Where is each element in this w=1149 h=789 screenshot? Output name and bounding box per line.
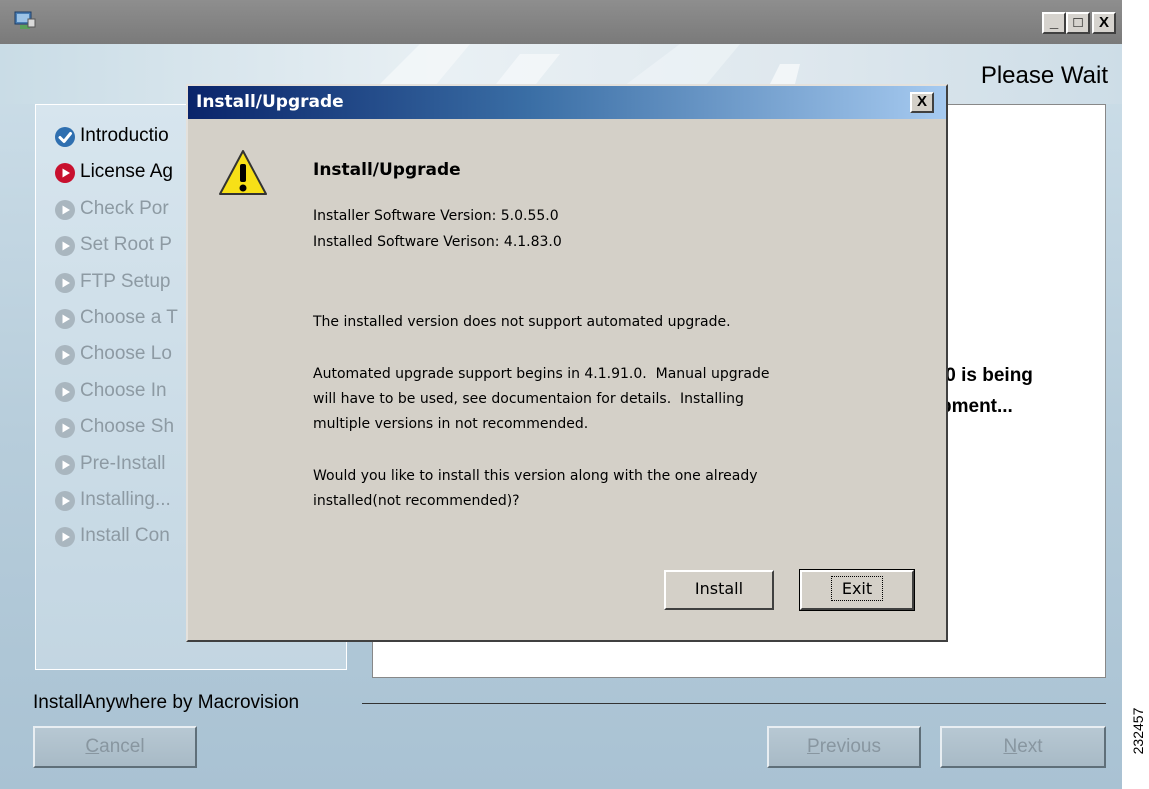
step-label: Choose Sh: [80, 416, 175, 438]
step-label: FTP Setup: [80, 270, 171, 292]
cancel-label: ancel: [99, 736, 145, 757]
figure-id: 232457: [1123, 690, 1149, 780]
cancel-mnemonic: C: [85, 736, 100, 757]
play-circle-icon: [55, 236, 75, 257]
step-label: Choose In: [80, 379, 167, 401]
play-circle-icon: [55, 345, 75, 366]
message-text: will have to be used, see documentaion f…: [313, 391, 744, 407]
window-close-button[interactable]: X: [1092, 12, 1116, 34]
play-circle-icon: [55, 272, 75, 293]
play-circle-icon: [55, 527, 75, 548]
installer-version-text: Installer Software Version: 5.0.55.0: [313, 208, 559, 224]
page-title: Please Wait: [980, 62, 1108, 89]
step-label: License Ag: [80, 161, 173, 183]
question-text: installed(not recommended)?: [313, 493, 520, 509]
play-circle-icon: [55, 418, 75, 439]
content-line: .0 is being: [940, 365, 1033, 386]
footer-divider: [362, 703, 1106, 704]
installer-app-icon: [14, 11, 36, 29]
next-label: ext: [1017, 736, 1043, 757]
previous-label: revious: [819, 736, 881, 757]
dialog-heading: Install/Upgrade: [313, 160, 461, 180]
step-label: Install Con: [80, 525, 170, 547]
message-text: The installed version does not support a…: [313, 314, 731, 330]
content-text: .0 is being pment...: [940, 360, 1033, 422]
step-label: Choose a T: [80, 307, 178, 328]
next-button[interactable]: Next: [940, 726, 1106, 768]
install-button[interactable]: Install: [664, 570, 774, 610]
step-label: Set Root P: [80, 234, 172, 256]
message-text: multiple versions in not recommended.: [313, 416, 589, 432]
check-circle-icon: [55, 127, 75, 147]
play-circle-icon: [55, 381, 75, 402]
question-text: Would you like to install this version a…: [313, 468, 758, 484]
maximize-button[interactable]: □: [1066, 12, 1090, 34]
dialog-title: Install/Upgrade: [196, 92, 344, 112]
step-label: Choose Lo: [80, 343, 172, 365]
figure-id-text: 232457: [1130, 707, 1146, 755]
next-mnemonic: N: [1003, 736, 1018, 757]
minimize-button[interactable]: _: [1042, 12, 1066, 34]
play-circle-icon: [55, 199, 75, 220]
cancel-button[interactable]: Cancel: [33, 726, 197, 768]
message-text: Automated upgrade support begins in 4.1.…: [313, 366, 770, 382]
previous-mnemonic: P: [807, 736, 820, 757]
previous-button[interactable]: Previous: [767, 726, 921, 768]
installed-version-text: Installed Software Verison: 4.1.83.0: [313, 234, 562, 250]
dialog-titlebar[interactable]: Install/Upgrade X: [188, 86, 946, 119]
play-circle-icon: [55, 163, 75, 184]
step-label: Introductio: [80, 125, 169, 146]
dialog-close-button[interactable]: X: [910, 92, 934, 113]
step-label: Installing...: [80, 489, 171, 510]
exit-label: Exit: [830, 576, 884, 601]
content-line: pment...: [940, 396, 1013, 417]
step-label: Check Por: [80, 197, 169, 219]
exit-button[interactable]: Exit: [799, 569, 915, 611]
vendor-label: InstallAnywhere by Macrovision: [33, 692, 300, 713]
step-label: Pre-Install: [80, 452, 166, 474]
play-circle-icon: [55, 454, 75, 475]
warning-icon: [219, 150, 267, 195]
play-circle-icon: [55, 309, 75, 329]
window-titlebar: _ □ X: [0, 0, 1122, 44]
play-circle-icon: [55, 491, 75, 511]
install-upgrade-dialog: Install/Upgrade X Install/Upgrade Instal…: [186, 84, 948, 642]
